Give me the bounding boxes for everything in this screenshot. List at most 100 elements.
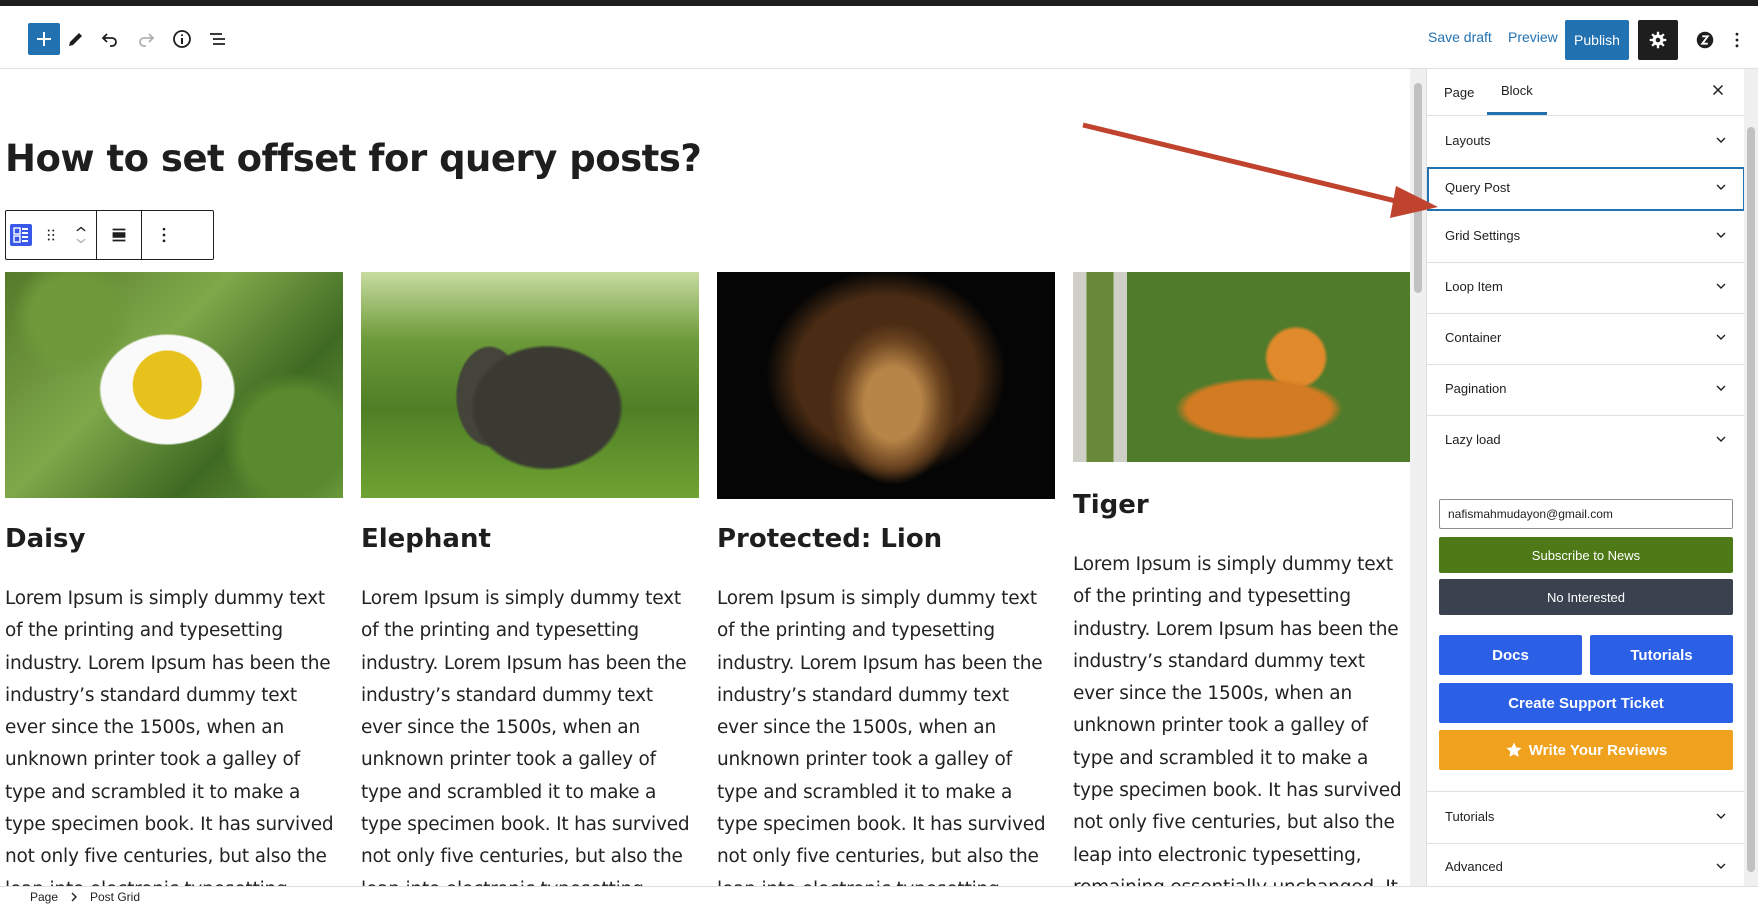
email-field[interactable]: nafismahmudayon@gmail.com [1439, 499, 1733, 529]
post-excerpt: Lorem Ipsum is simply dummy text of the … [5, 588, 334, 886]
panel-label: Tutorials [1445, 809, 1495, 824]
block-toolbar-group-main [6, 211, 97, 259]
panel-pagination[interactable]: Pagination [1427, 364, 1745, 416]
tab-block[interactable]: Block [1487, 69, 1547, 115]
sidebar-scrollbar[interactable] [1744, 69, 1758, 886]
canvas-scrollbar-thumb[interactable] [1414, 83, 1422, 293]
panel-label: Lazy load [1445, 432, 1501, 447]
settings-sidebar: Page Block Layouts Query Post Grid Setti… [1426, 69, 1745, 886]
post-thumbnail[interactable] [5, 272, 343, 498]
chevron-down-icon [1716, 232, 1726, 238]
subscribe-button[interactable]: Subscribe to News [1439, 537, 1733, 573]
undo-icon [101, 33, 117, 47]
gear-icon [1649, 31, 1667, 49]
chevron-up-down-icon [76, 226, 86, 244]
breadcrumb-post-grid[interactable]: Post Grid [90, 890, 140, 904]
plugin-button[interactable] [1685, 20, 1725, 60]
block-inserter-button[interactable] [28, 23, 60, 55]
sidebar-tabs: Page Block [1427, 69, 1745, 116]
post-thumbnail[interactable] [1073, 272, 1410, 462]
edit-tool-button[interactable] [60, 23, 92, 55]
panel-grid-settings[interactable]: Grid Settings [1427, 211, 1745, 263]
chevron-down-icon [1716, 334, 1726, 340]
create-support-ticket-button[interactable]: Create Support Ticket [1439, 683, 1733, 723]
block-options-button[interactable] [149, 212, 179, 258]
post-thumbnail[interactable] [361, 272, 699, 498]
post-title[interactable]: Tiger [1073, 490, 1149, 520]
info-icon [173, 30, 191, 48]
move-up-down-buttons[interactable] [66, 212, 96, 258]
post-title[interactable]: Daisy [5, 524, 85, 554]
page-title[interactable]: How to set offset for query posts? [5, 137, 702, 180]
sidebar-scrollbar-thumb[interactable] [1747, 127, 1755, 872]
plugin-logo-icon [1696, 31, 1714, 49]
align-wide-icon [112, 228, 126, 242]
redo-button[interactable] [130, 23, 162, 55]
post-title[interactable]: Elephant [361, 524, 491, 554]
panel-container[interactable]: Container [1427, 313, 1745, 365]
write-reviews-label: Write Your Reviews [1528, 741, 1668, 759]
panel-label: Pagination [1445, 381, 1507, 396]
block-toolbar-group-align [97, 211, 142, 259]
block-toolbar [5, 210, 214, 260]
more-vertical-icon [1735, 32, 1739, 48]
settings-button[interactable] [1638, 20, 1678, 60]
write-reviews-button[interactable]: Write Your Reviews [1439, 730, 1733, 770]
post-excerpt: Lorem Ipsum is simply dummy text of the … [1073, 554, 1402, 886]
chevron-right-icon [71, 892, 77, 902]
chevron-down-icon [1716, 283, 1726, 289]
panel-label: Query Post [1445, 180, 1511, 195]
panel-tutorials[interactable]: Tutorials [1427, 791, 1745, 844]
chevron-down-icon [1716, 813, 1726, 819]
chevron-down-icon [1716, 184, 1726, 190]
options-button[interactable] [1725, 20, 1749, 60]
drag-handle-icon [47, 229, 55, 241]
plus-icon [37, 32, 51, 46]
canvas-scrollbar[interactable] [1410, 69, 1426, 886]
docs-button[interactable]: Docs [1439, 635, 1582, 675]
star-icon [1506, 742, 1522, 757]
chevron-down-icon [1716, 863, 1726, 869]
save-draft-link[interactable]: Save draft [1428, 29, 1492, 45]
list-view-button[interactable] [202, 23, 234, 55]
editor-header: Save draft Preview Publish [0, 6, 1758, 69]
panel-query-post[interactable]: Query Post [1427, 167, 1745, 211]
post-grid-block-icon [10, 224, 32, 246]
block-toolbar-group-more [142, 211, 186, 259]
panel-label: Layouts [1445, 133, 1491, 148]
not-interested-button[interactable]: No Interested [1439, 579, 1733, 615]
panel-layouts[interactable]: Layouts [1427, 116, 1745, 168]
panel-loop-item[interactable]: Loop Item [1427, 262, 1745, 314]
undo-button[interactable] [94, 23, 126, 55]
block-breadcrumb: Page Post Grid [0, 886, 1758, 906]
preview-link[interactable]: Preview [1508, 29, 1558, 45]
panel-label: Grid Settings [1445, 228, 1521, 243]
tab-page[interactable]: Page [1444, 69, 1474, 115]
post-title[interactable]: Protected: Lion [717, 524, 942, 554]
close-sidebar-button[interactable] [1709, 81, 1727, 104]
post-excerpt: Lorem Ipsum is simply dummy text of the … [717, 588, 1046, 886]
panel-label: Container [1445, 330, 1502, 345]
publish-button[interactable]: Publish [1565, 20, 1629, 60]
list-view-icon [210, 33, 225, 45]
align-button[interactable] [104, 212, 134, 258]
post-excerpt: Lorem Ipsum is simply dummy text of the … [361, 588, 690, 886]
chevron-down-icon [1716, 385, 1726, 391]
panel-advanced[interactable]: Advanced [1427, 842, 1745, 886]
more-vertical-icon [162, 227, 166, 243]
panel-label: Advanced [1445, 859, 1503, 874]
chevron-down-icon [1716, 137, 1726, 143]
close-icon [1712, 84, 1724, 96]
redo-icon [139, 33, 155, 47]
pencil-icon [69, 33, 82, 46]
drag-handle[interactable] [36, 212, 66, 258]
panel-lazy-load[interactable]: Lazy load [1427, 415, 1745, 466]
block-type-button[interactable] [6, 212, 36, 258]
details-button[interactable] [166, 23, 198, 55]
chevron-down-icon [1716, 436, 1726, 442]
editor-canvas: How to set offset for query posts? Daisy… [0, 69, 1410, 886]
tutorials-button[interactable]: Tutorials [1590, 635, 1733, 675]
panel-label: Loop Item [1445, 279, 1503, 294]
breadcrumb-page[interactable]: Page [30, 890, 58, 904]
post-thumbnail[interactable] [717, 272, 1055, 499]
